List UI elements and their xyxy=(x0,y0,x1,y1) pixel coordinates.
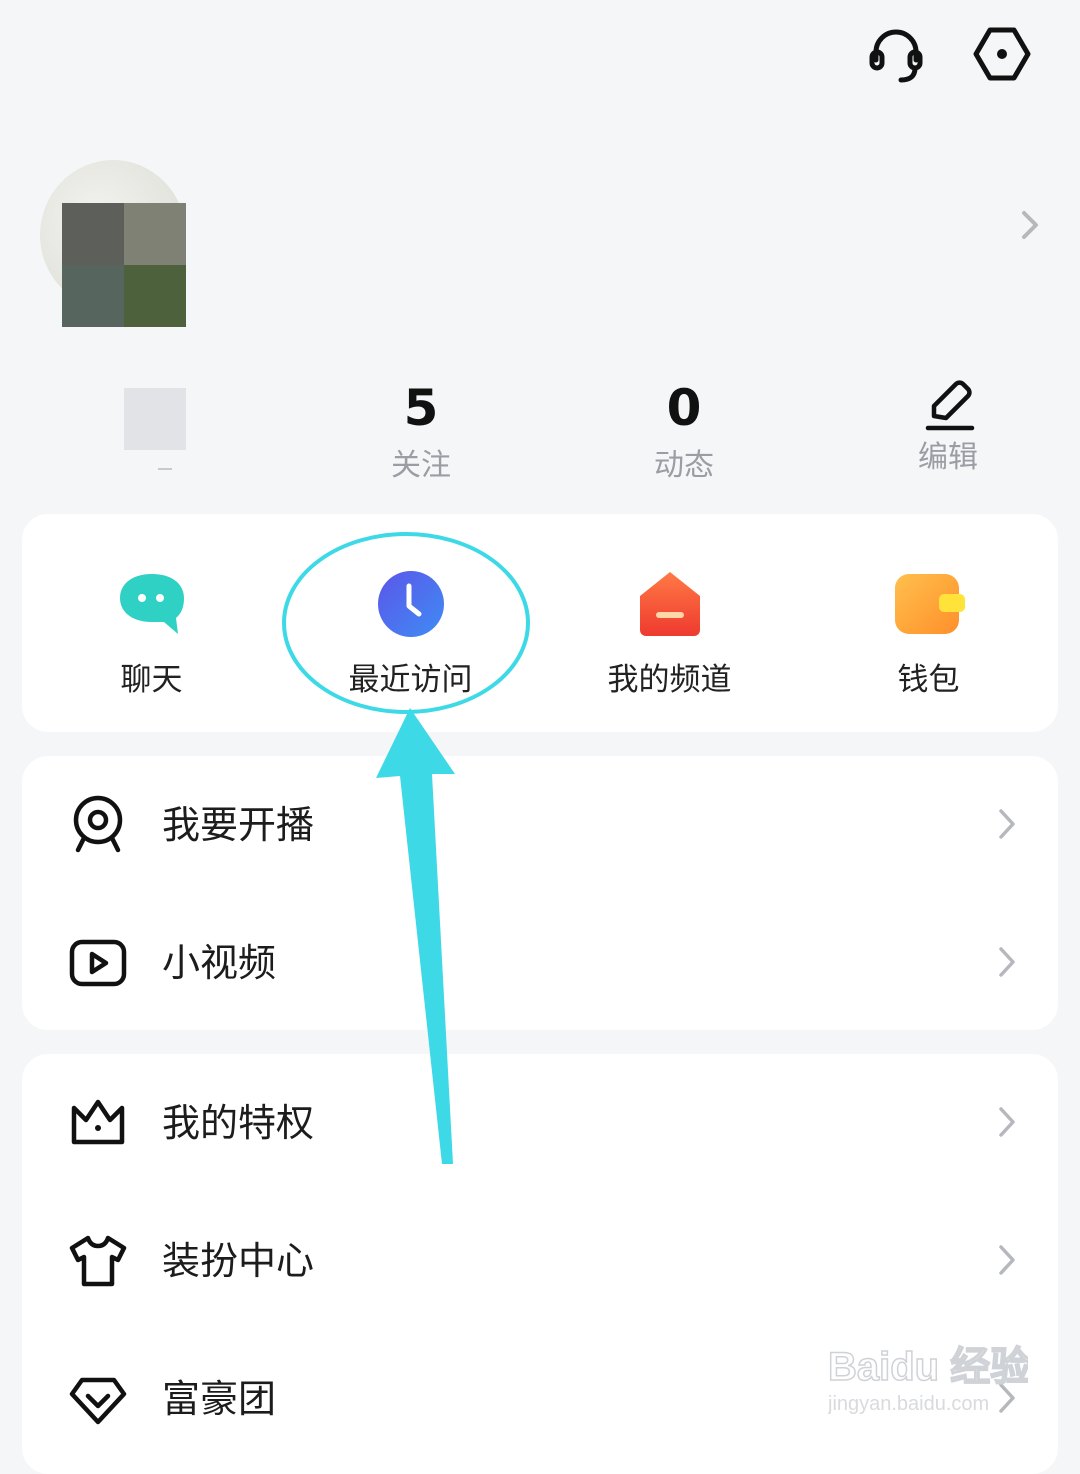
menu-item-go-live[interactable]: 我要开播 xyxy=(22,756,1058,894)
menu-label: 装扮中心 xyxy=(162,1239,315,1283)
settings-hexagon-icon[interactable] xyxy=(970,22,1034,86)
stat-posts[interactable]: 0 动态 xyxy=(604,376,764,488)
menu-label: 我的特权 xyxy=(162,1101,315,1145)
edit-label: 编辑 xyxy=(918,440,978,475)
stat-following[interactable]: 5 关注 xyxy=(341,376,501,488)
crown-icon xyxy=(71,1099,125,1145)
watermark-line1: Baidu 经验 xyxy=(828,1345,1028,1389)
chat-bubble-icon xyxy=(119,574,184,634)
stat-label: 关注 xyxy=(391,448,451,483)
chevron-right-icon xyxy=(999,1107,1015,1137)
pen-edit-icon[interactable] xyxy=(924,376,976,432)
menu-card-1: 我要开播 小视频 xyxy=(22,756,1058,1030)
chevron-right-icon xyxy=(999,947,1015,977)
menu-item-dressup-center[interactable]: 装扮中心 xyxy=(22,1192,1058,1330)
stat-value: 5 xyxy=(403,379,439,437)
stat-value: 0 xyxy=(666,379,702,437)
tshirt-icon xyxy=(69,1235,127,1287)
quick-chat[interactable]: 聊天 xyxy=(22,514,281,732)
watermark-line2: jingyan.baidu.com xyxy=(828,1393,989,1415)
quick-label: 钱包 xyxy=(897,662,960,698)
webcam-icon xyxy=(73,795,123,853)
edit-button[interactable]: 编辑 xyxy=(868,436,1028,480)
stat-label: 动态 xyxy=(654,448,714,483)
avatar[interactable] xyxy=(40,155,186,327)
chevron-right-icon xyxy=(999,809,1015,839)
quick-label: 聊天 xyxy=(120,662,183,698)
menu-label: 我要开播 xyxy=(162,803,315,847)
quick-recent-visits[interactable]: 最近访问 xyxy=(281,514,540,732)
blurred-stat xyxy=(124,388,186,450)
menu-item-privileges[interactable]: 我的特权 xyxy=(22,1054,1058,1192)
clock-icon xyxy=(377,571,444,637)
diamond-icon xyxy=(69,1377,127,1425)
headset-icon[interactable] xyxy=(864,22,928,86)
wallet-icon xyxy=(894,574,965,634)
watermark-logo: Baidu 经验 jingyan.baidu.com xyxy=(828,1344,1028,1415)
quick-wallet[interactable]: 钱包 xyxy=(799,514,1058,732)
chevron-right-icon[interactable] xyxy=(1016,205,1044,245)
chevron-right-icon xyxy=(999,1245,1015,1275)
quick-actions-card: 聊天 最近访问 我的频道 钱包 xyxy=(22,514,1058,732)
quick-label: 最近访问 xyxy=(348,662,473,698)
channel-house-icon xyxy=(639,572,700,636)
play-video-icon xyxy=(69,939,127,987)
menu-label: 小视频 xyxy=(162,941,277,985)
blurred-stat-label xyxy=(158,468,172,470)
menu-item-short-video[interactable]: 小视频 xyxy=(22,894,1058,1032)
quick-my-channel[interactable]: 我的频道 xyxy=(540,514,799,732)
menu-label: 富豪团 xyxy=(162,1377,277,1421)
quick-label: 我的频道 xyxy=(607,662,732,698)
